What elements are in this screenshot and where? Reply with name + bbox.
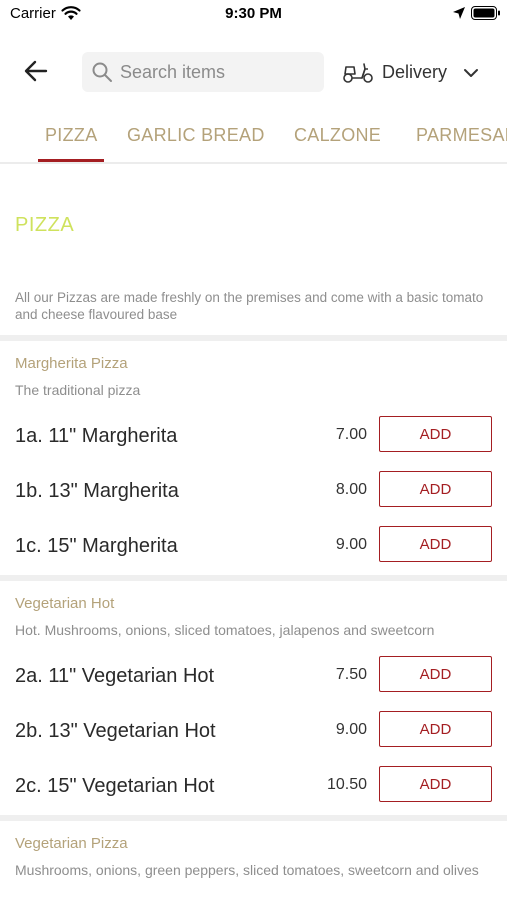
section-description: All our Pizzas are made freshly on the p… — [15, 290, 484, 322]
group-title: Margherita Pizza — [15, 355, 128, 372]
divider — [0, 815, 507, 821]
divider — [0, 575, 507, 581]
item-name: 1a. 11" Margherita — [15, 425, 178, 447]
scooter-icon — [343, 63, 373, 83]
add-button[interactable]: ADD — [379, 471, 492, 507]
add-button[interactable]: ADD — [379, 766, 492, 802]
search-input[interactable] — [120, 52, 320, 92]
group-title: Vegetarian Hot — [15, 595, 115, 612]
tab-parmesan[interactable]: PARMESAN — [416, 125, 507, 146]
section-title: PIZZA — [15, 214, 75, 236]
group-title: Vegetarian Pizza — [15, 835, 128, 852]
search-icon — [92, 62, 112, 82]
category-tabs: PIZZA GARLIC BREAD CALZONE PARMESAN — [0, 112, 507, 164]
add-button[interactable]: ADD — [379, 416, 492, 452]
search-box[interactable] — [82, 52, 324, 92]
item-price: 9.00 — [335, 536, 367, 553]
delivery-label: Delivery — [382, 62, 448, 82]
add-button[interactable]: ADD — [379, 656, 492, 692]
item-name: 1b. 13" Margherita — [15, 480, 179, 502]
item-price: 7.50 — [335, 666, 367, 683]
group-description: Hot. Mushrooms, onions, sliced tomatoes,… — [15, 622, 435, 638]
add-button[interactable]: ADD — [379, 711, 492, 747]
tab-garlic-bread[interactable]: GARLIC BREAD — [127, 125, 265, 146]
item-name: 2c. 15" Vegetarian Hot — [15, 775, 215, 797]
clock: 9:30 PM — [225, 5, 282, 22]
active-tab-indicator — [38, 159, 104, 162]
back-arrow-icon — [24, 60, 48, 82]
item-name: 2a. 11" Vegetarian Hot — [15, 665, 215, 687]
delivery-selector[interactable]: Delivery — [340, 52, 490, 92]
item-price: 7.00 — [335, 426, 367, 443]
location-arrow-icon — [453, 7, 465, 19]
divider — [0, 335, 507, 341]
item-price: 10.50 — [326, 776, 367, 793]
group-description: Mushrooms, onions, green peppers, sliced… — [15, 862, 479, 878]
tab-calzone[interactable]: CALZONE — [294, 125, 381, 146]
add-button[interactable]: ADD — [379, 526, 492, 562]
chevron-down-icon — [464, 69, 478, 77]
group-description: The traditional pizza — [15, 382, 141, 398]
item-price: 8.00 — [335, 481, 367, 498]
battery-icon — [471, 6, 500, 20]
status-bar: Carrier 9:30 PM — [0, 0, 507, 30]
back-button[interactable] — [20, 55, 52, 87]
header: Delivery — [0, 40, 507, 102]
tab-pizza[interactable]: PIZZA — [45, 125, 98, 146]
item-price: 9.00 — [335, 721, 367, 738]
item-name: 1c. 15" Margherita — [15, 535, 178, 557]
item-name: 2b. 13" Vegetarian Hot — [15, 720, 216, 742]
